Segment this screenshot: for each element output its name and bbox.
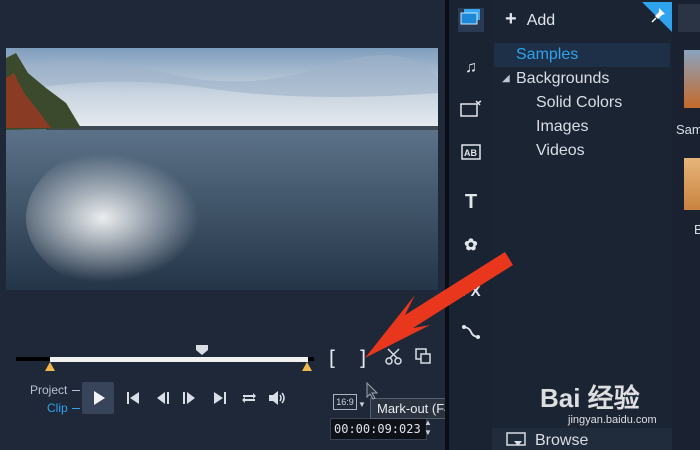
thumbnail-label: Sam xyxy=(676,122,700,137)
pin-library-button[interactable] xyxy=(642,2,672,32)
aspect-dropdown-icon[interactable]: ▼ xyxy=(358,400,366,409)
add-folder-button[interactable]: + Add xyxy=(505,8,555,31)
volume-button[interactable] xyxy=(267,390,287,406)
tree-label-samples: Samples xyxy=(516,46,579,63)
library-category-bar: ♫ AB T ✿ FX xyxy=(449,0,492,450)
transition-icon[interactable]: AB xyxy=(458,144,484,168)
tree-item-solid-colors[interactable]: Solid Colors xyxy=(536,94,622,112)
media-library-icon[interactable] xyxy=(458,8,484,32)
play-icon xyxy=(94,391,105,405)
home-button[interactable] xyxy=(125,390,141,406)
instant-project-icon[interactable] xyxy=(458,100,484,124)
thumbnail-image[interactable] xyxy=(684,50,700,108)
trim-out-handle[interactable] xyxy=(302,362,312,371)
repeat-button[interactable] xyxy=(240,390,258,406)
previous-frame-button[interactable] xyxy=(155,390,173,406)
end-button[interactable] xyxy=(212,390,228,406)
tree-item-images[interactable]: Images xyxy=(536,118,588,136)
watermark-logo: Bai 经验 xyxy=(540,383,640,413)
title-text-icon[interactable]: T xyxy=(458,190,484,214)
next-frame-button[interactable] xyxy=(180,390,198,406)
thumbnail-image[interactable] xyxy=(684,158,700,210)
clip-mode-label[interactable]: Clip xyxy=(47,401,68,415)
tree-item-backgrounds[interactable]: Backgrounds xyxy=(516,70,609,88)
mark-in-button[interactable]: [ xyxy=(326,346,338,370)
thumbnail-label: B xyxy=(694,222,700,237)
timecode-stepper[interactable]: ▲ ▼ xyxy=(424,418,432,438)
browse-button[interactable]: Browse xyxy=(492,428,672,450)
preview-panel: Project Clip [ ] 16:9 ▼ 00:00:09:023 ▲ ▼ … xyxy=(0,0,463,450)
annotation-arrow xyxy=(365,252,513,358)
svg-text:AB: AB xyxy=(464,148,477,158)
music-note-icon[interactable]: ♫ xyxy=(458,56,484,80)
trim-in-handle[interactable] xyxy=(45,362,55,371)
play-button[interactable] xyxy=(82,382,114,414)
playhead-handle[interactable] xyxy=(195,344,209,356)
thumbnail-pane: Sam B xyxy=(672,0,700,450)
plus-icon: + xyxy=(505,8,517,30)
trim-range-bar[interactable] xyxy=(50,357,308,362)
tree-item-videos[interactable]: Videos xyxy=(536,142,585,160)
view-toggle-button[interactable] xyxy=(678,4,700,32)
expand-triangle-icon[interactable]: ◢ xyxy=(502,73,510,84)
aspect-ratio-badge[interactable]: 16:9 xyxy=(333,394,357,410)
project-indicator xyxy=(72,390,80,391)
clip-indicator xyxy=(72,408,80,409)
watermark-url: jingyan.baidu.com xyxy=(568,414,657,426)
browse-folder-icon xyxy=(506,432,526,446)
project-mode-label[interactable]: Project xyxy=(30,383,67,397)
mouse-cursor-icon xyxy=(366,382,378,400)
timecode-display[interactable]: 00:00:09:023 xyxy=(330,418,427,440)
